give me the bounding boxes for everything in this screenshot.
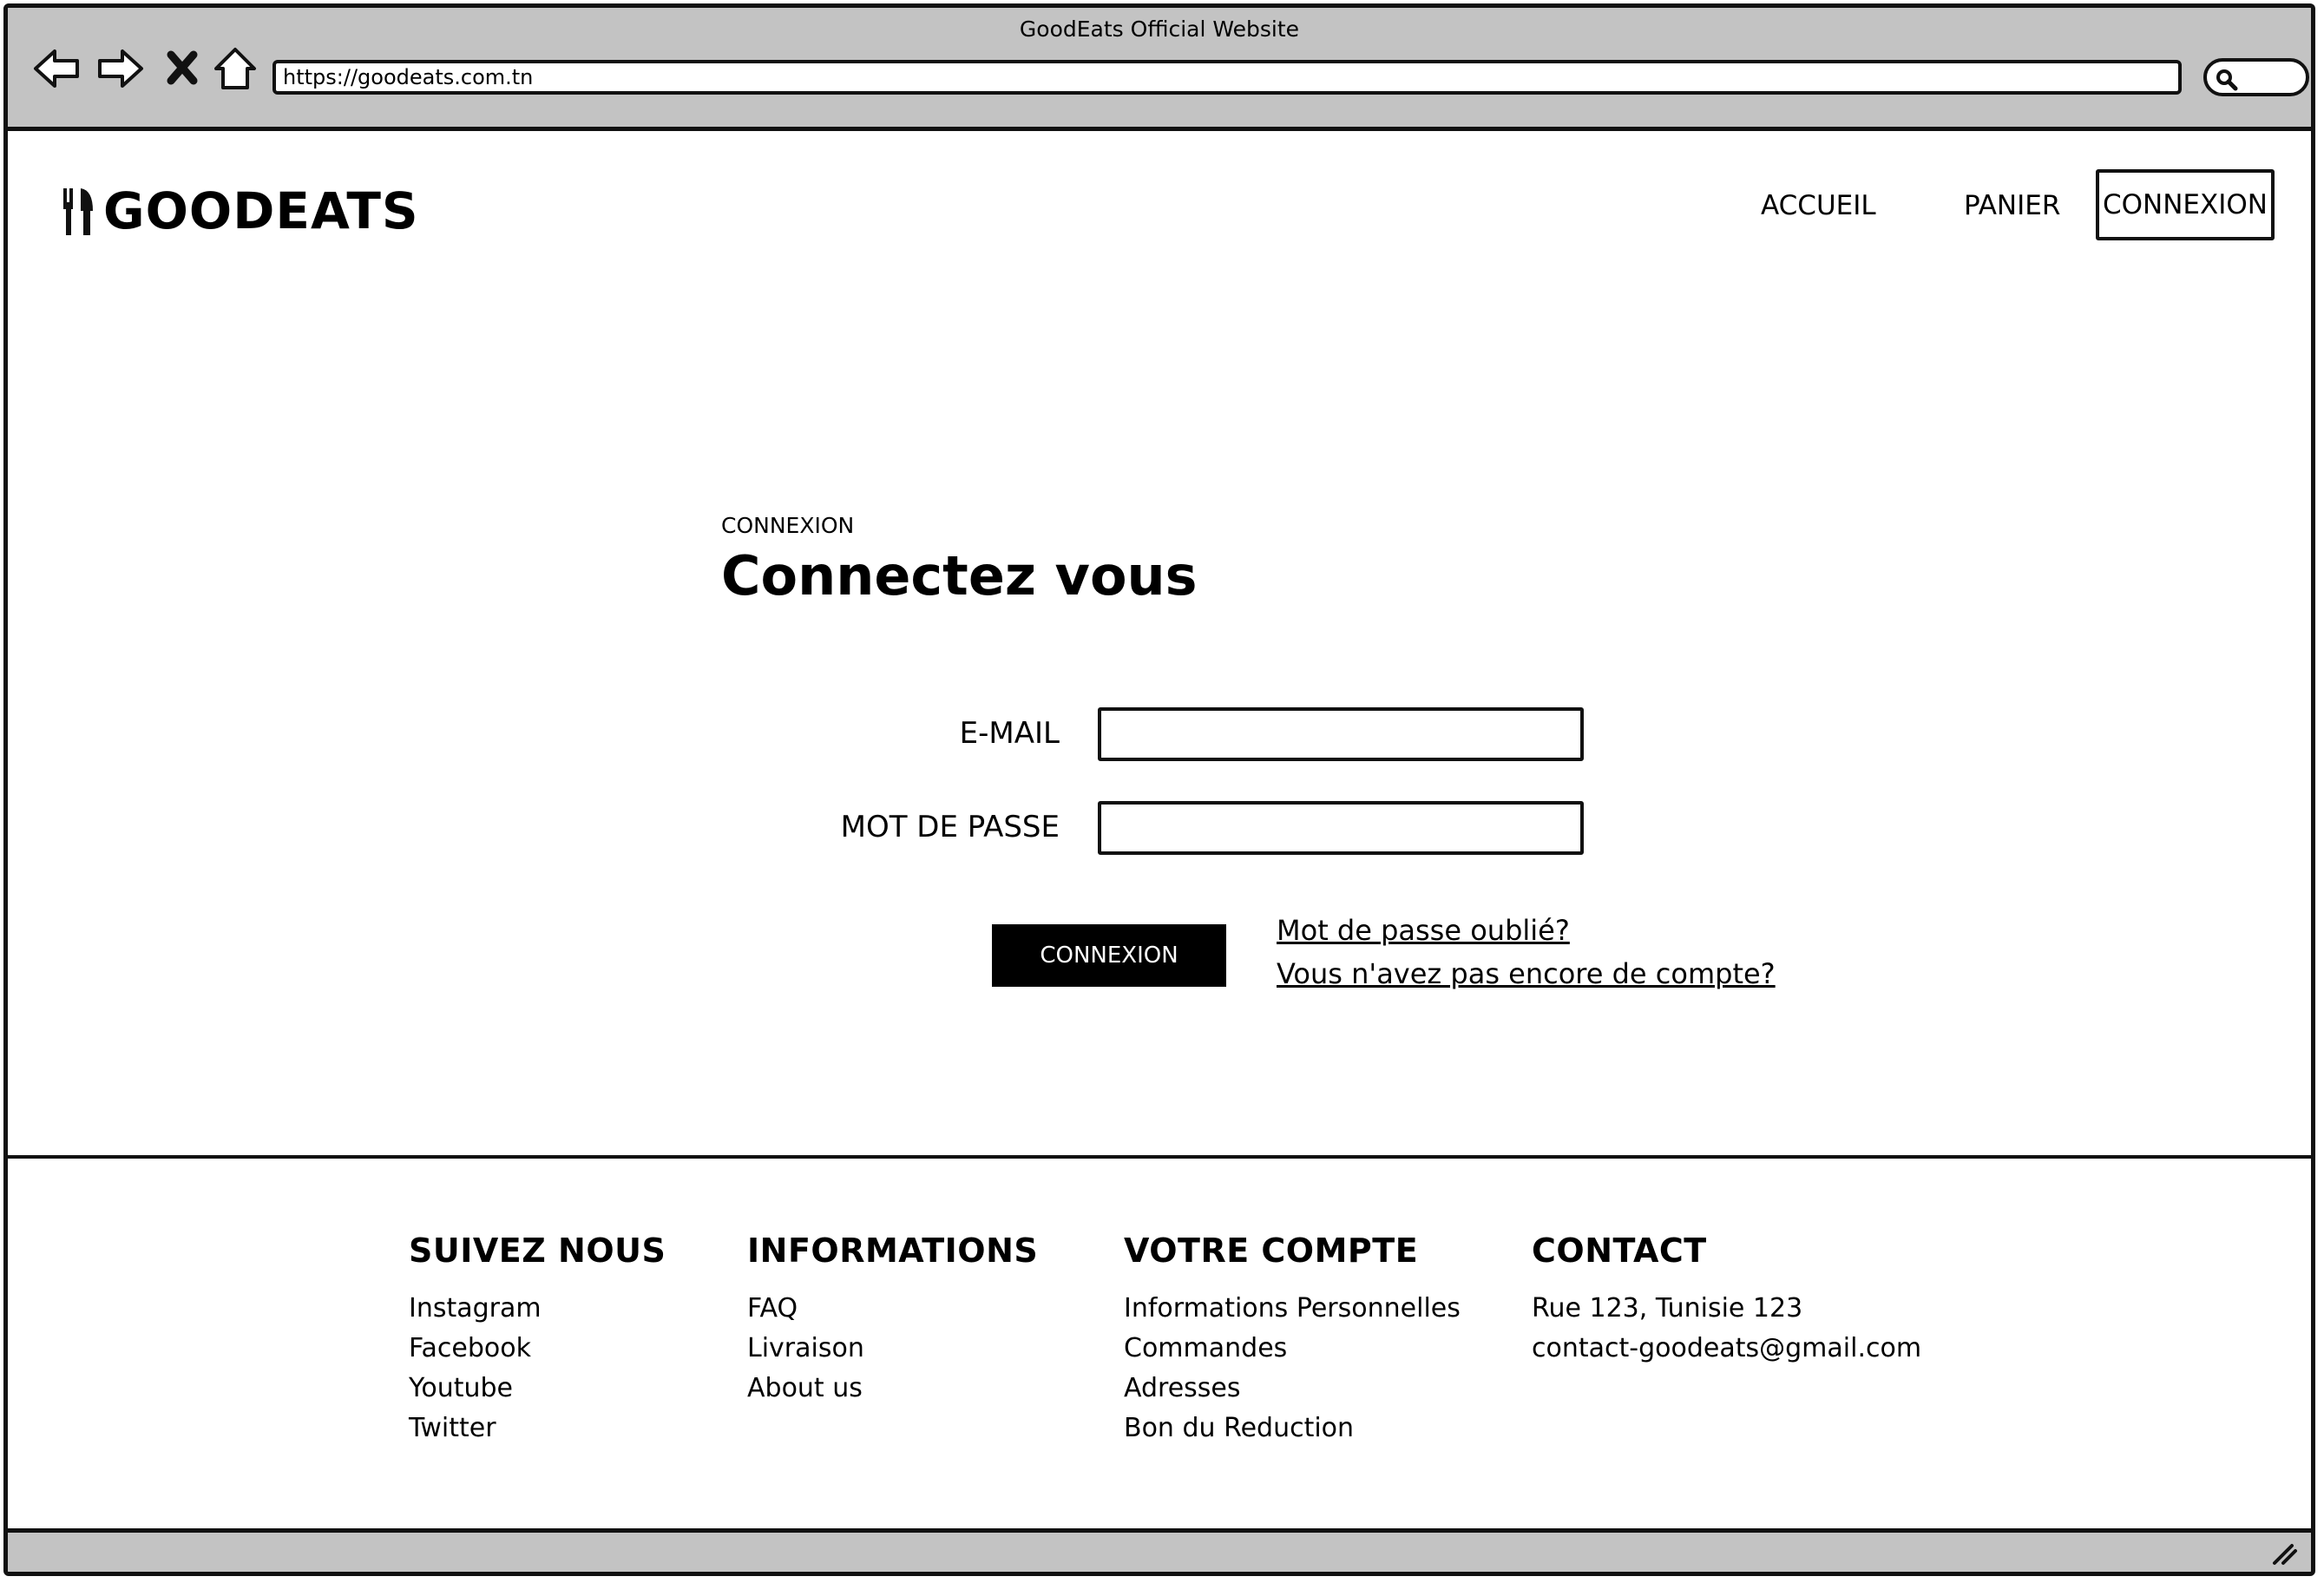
close-icon[interactable] <box>159 43 211 95</box>
footer-info-column: INFORMATIONS FAQ Livraison About us <box>747 1232 1038 1409</box>
signup-link[interactable]: Vous n'avez pas encore de compte? <box>1277 957 1776 990</box>
browser-window: GoodEats Official Website https://goodea… <box>3 3 2315 1576</box>
contact-address: Rue 123, Tunisie 123 <box>1532 1293 1803 1324</box>
arrow-left-icon[interactable] <box>30 43 82 95</box>
footer-link-discount[interactable]: Bon du Reduction <box>1124 1409 1461 1448</box>
contact-email-link[interactable]: contact-goodeats@gmail.com <box>1532 1329 1921 1369</box>
footer-account-column: VOTRE COMPTE Informations Personnelles C… <box>1124 1232 1461 1448</box>
footer-link-facebook[interactable]: Facebook <box>409 1329 666 1369</box>
password-field[interactable] <box>1098 801 1584 855</box>
footer-link-youtube[interactable]: Youtube <box>409 1369 666 1409</box>
login-submit-button[interactable]: CONNEXION <box>992 924 1226 987</box>
footer-link-orders[interactable]: Commandes <box>1124 1329 1461 1369</box>
url-bar[interactable]: https://goodeats.com.tn <box>272 60 2182 95</box>
resize-grip-icon[interactable] <box>2269 1540 2299 1567</box>
footer-link-twitter[interactable]: Twitter <box>409 1409 666 1448</box>
footer-divider <box>8 1155 2311 1159</box>
footer-follow-column: SUIVEZ NOUS Instagram Facebook Youtube T… <box>409 1232 666 1448</box>
search-icon <box>2216 69 2238 91</box>
section-eyebrow: CONNEXION <box>721 513 855 538</box>
site-logo[interactable]: GOODEATS <box>62 181 419 240</box>
nav-login-link[interactable]: CONNEXION <box>2096 169 2275 240</box>
footer-link-instagram[interactable]: Instagram <box>409 1289 666 1329</box>
footer-account-title: VOTRE COMPTE <box>1124 1232 1419 1270</box>
arrow-right-icon[interactable] <box>95 43 147 95</box>
footer-link-addresses[interactable]: Adresses <box>1124 1369 1461 1409</box>
footer-contact-column: CONTACT Rue 123, Tunisie 123 contact-goo… <box>1532 1232 1921 1369</box>
footer-link-livraison[interactable]: Livraison <box>747 1329 1038 1369</box>
email-field[interactable] <box>1098 707 1584 761</box>
footer-link-personal-info[interactable]: Informations Personnelles <box>1124 1289 1461 1329</box>
browser-toolbar: GoodEats Official Website https://goodea… <box>8 8 2311 131</box>
nav-home-link[interactable]: ACCUEIL <box>1761 190 1876 221</box>
window-title: GoodEats Official Website <box>1019 16 1300 42</box>
browser-status-bar <box>8 1528 2311 1572</box>
browser-search-button[interactable] <box>2203 58 2309 96</box>
footer-link-about[interactable]: About us <box>747 1369 1038 1409</box>
footer-contact-title: CONTACT <box>1532 1232 1707 1270</box>
footer-link-faq[interactable]: FAQ <box>747 1289 1038 1329</box>
footer-follow-title: SUIVEZ NOUS <box>409 1232 666 1270</box>
nav-cart-link[interactable]: PANIER <box>1964 190 2060 221</box>
logo-text: GOODEATS <box>103 181 419 240</box>
footer-info-title: INFORMATIONS <box>747 1232 1039 1270</box>
email-label: E-MAIL <box>959 716 1060 751</box>
forgot-password-link[interactable]: Mot de passe oublié? <box>1277 914 1570 947</box>
password-label: MOT DE PASSE <box>840 810 1060 844</box>
page-title: Connectez vous <box>721 544 1198 608</box>
fork-knife-icon <box>63 188 93 235</box>
home-icon[interactable] <box>209 43 261 95</box>
